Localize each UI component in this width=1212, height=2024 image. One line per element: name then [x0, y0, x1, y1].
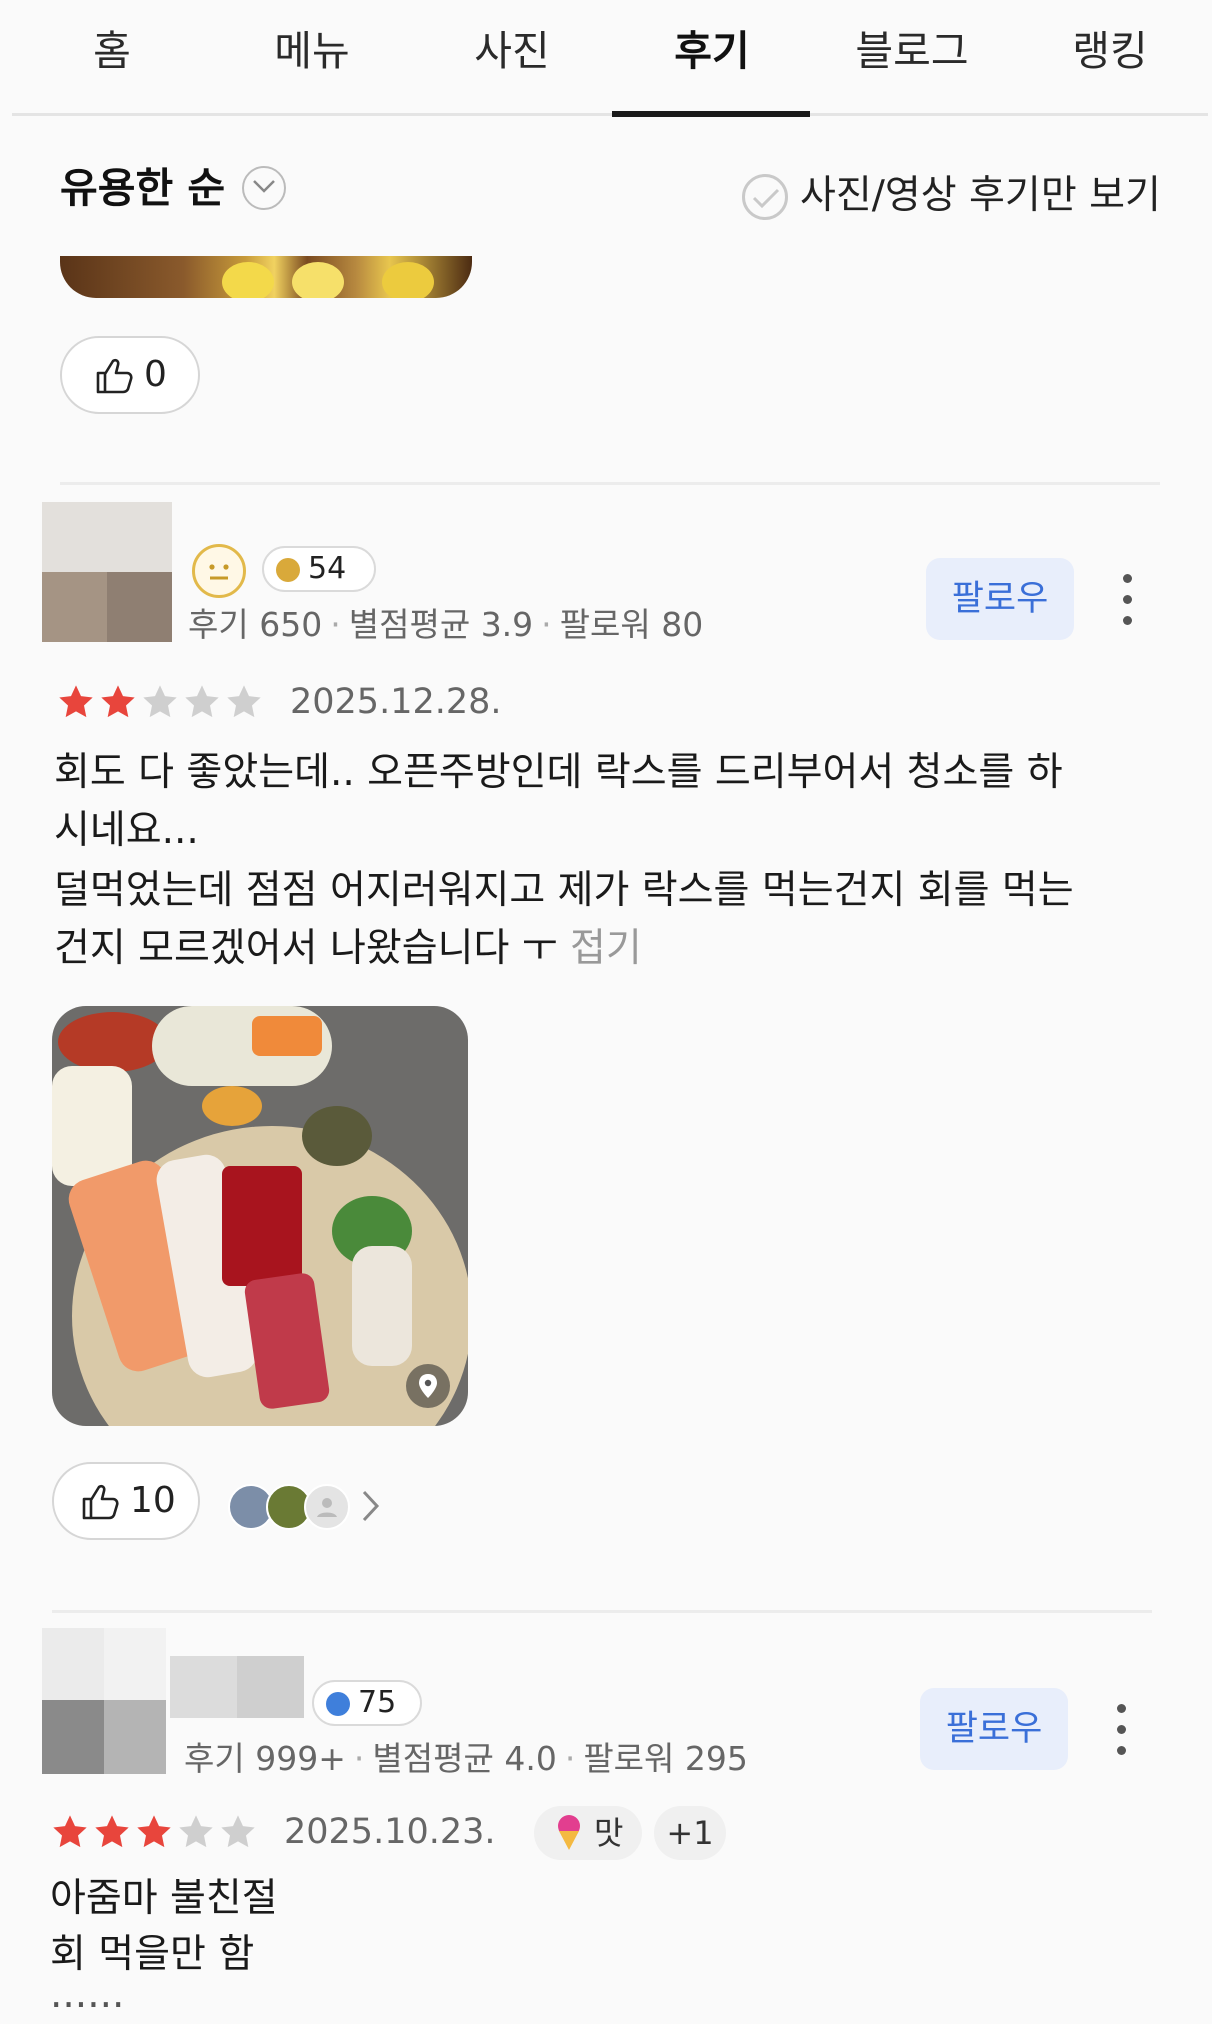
review-date: 2025.10.23.: [284, 1812, 496, 1852]
photo-video-filter-label[interactable]: 사진/영상 후기만 보기: [800, 168, 1161, 224]
hexagon-badge-icon: [276, 558, 300, 582]
reviewer-level-badge: 75: [312, 1680, 422, 1726]
review-photo[interactable]: [52, 1006, 468, 1426]
level-face-icon: [192, 544, 246, 598]
check-icon[interactable]: [742, 174, 788, 220]
taste-tag-chip[interactable]: 맛: [534, 1806, 642, 1860]
tab-home[interactable]: 홈: [12, 16, 212, 86]
review-divider: [60, 482, 1160, 485]
tab-bar-border: [12, 113, 1208, 116]
reviewer-name-blurred: [170, 1656, 304, 1718]
follow-button[interactable]: 팔로우: [926, 558, 1074, 640]
review-text-line: 회도 다 좋았는데.. 오픈주방인데 락스를 드리부어서 청소를 하: [54, 750, 1063, 795]
more-options-icon[interactable]: [1112, 1700, 1132, 1760]
like-count: 10: [130, 1480, 176, 1521]
fold-link[interactable]: 접기: [570, 926, 642, 971]
star-rating: [50, 1812, 270, 1852]
chevron-right-icon[interactable]: [360, 1488, 382, 1528]
ice-cream-icon: [558, 1815, 580, 1850]
tab-ranking[interactable]: 랭킹: [1010, 16, 1210, 86]
review-text-line: 아줌마 불친절: [50, 1876, 278, 1921]
tab-menu[interactable]: 메뉴: [212, 16, 412, 86]
review-divider: [52, 1610, 1152, 1613]
more-tags-chip[interactable]: +1: [654, 1806, 726, 1860]
tab-blog[interactable]: 블로그: [812, 16, 1012, 86]
avatar[interactable]: [42, 502, 172, 642]
reviewer-level-badge: 54: [262, 546, 376, 592]
follow-button[interactable]: 팔로우: [920, 1688, 1068, 1770]
star-empty-icon: [143, 685, 177, 718]
tab-bar: 홈 메뉴 사진 후기 블로그 랭킹: [0, 0, 1212, 118]
location-pin-icon[interactable]: [406, 1364, 450, 1408]
more-options-icon[interactable]: [1118, 570, 1138, 630]
tab-reviews[interactable]: 후기: [612, 16, 812, 86]
reviewer-stats: 후기 999+ · 별점평균 4.0 · 팔로워 295: [184, 1739, 748, 1778]
sort-dropdown-label[interactable]: 유용한 순: [60, 160, 225, 216]
review-text-line: ......: [50, 1972, 125, 2017]
liker-avatar-placeholder[interactable]: [304, 1484, 350, 1530]
tab-photos[interactable]: 사진: [412, 16, 612, 86]
like-count: 0: [144, 354, 167, 395]
review-date: 2025.12.28.: [290, 682, 502, 722]
hexagon-badge-icon: [326, 1692, 350, 1716]
star-filled-icon: [59, 685, 93, 718]
avatar[interactable]: [42, 1628, 166, 1774]
like-button[interactable]: 0: [60, 336, 200, 414]
star-empty-icon: [221, 1815, 255, 1848]
reviewer-stats: 후기 650 · 별점평균 3.9 · 팔로워 80: [188, 605, 704, 644]
star-filled-icon: [95, 1815, 129, 1848]
like-button[interactable]: 10: [52, 1462, 200, 1540]
star-filled-icon: [137, 1815, 171, 1848]
review-text-last-line: 건지 모르겠어서 나왔습니다 ㅜ 접기: [54, 926, 642, 971]
star-empty-icon: [185, 685, 219, 718]
review-text-line: 덜먹었는데 점점 어지러워지고 제가 락스를 먹는건지 회를 먹는: [54, 868, 1074, 913]
chevron-down-icon[interactable]: [242, 166, 286, 210]
star-filled-icon: [53, 1815, 87, 1848]
review-photo[interactable]: [60, 256, 472, 298]
star-empty-icon: [179, 1815, 213, 1848]
thumbs-up-icon: [96, 358, 133, 394]
star-rating: [56, 682, 276, 722]
star-filled-icon: [101, 685, 135, 718]
thumbs-up-icon: [82, 1484, 119, 1520]
star-empty-icon: [227, 685, 261, 718]
review-text-line: 시네요...: [54, 808, 199, 853]
active-tab-indicator: [612, 111, 810, 117]
